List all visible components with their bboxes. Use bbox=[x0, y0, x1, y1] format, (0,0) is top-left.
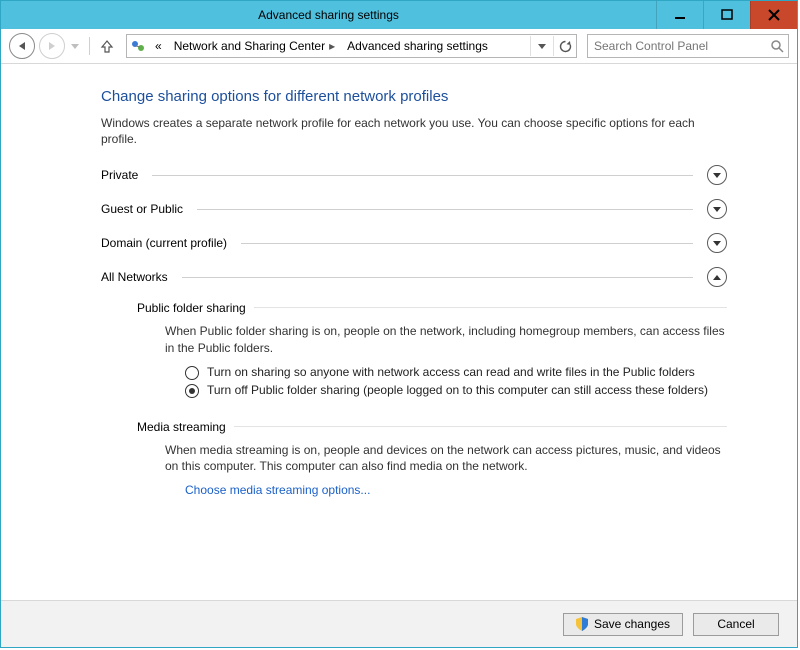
search-box[interactable] bbox=[587, 34, 789, 58]
footer: Save changes Cancel bbox=[1, 600, 797, 647]
window-title: Advanced sharing settings bbox=[1, 1, 656, 29]
refresh-button[interactable] bbox=[553, 36, 576, 56]
public-folder-desc: When Public folder sharing is on, people… bbox=[165, 323, 727, 355]
minimize-button[interactable] bbox=[656, 1, 703, 29]
window: Advanced sharing settings « Network and … bbox=[0, 0, 798, 648]
maximize-button[interactable] bbox=[703, 1, 750, 29]
all-networks-body: Public folder sharing When Public folder… bbox=[101, 287, 727, 496]
shield-icon bbox=[576, 617, 588, 631]
up-button[interactable] bbox=[98, 39, 116, 53]
save-button[interactable]: Save changes bbox=[563, 613, 683, 636]
media-streaming-desc: When media streaming is on, people and d… bbox=[165, 442, 727, 474]
radio-label: Turn off Public folder sharing (people l… bbox=[207, 382, 708, 398]
radio-label: Turn on sharing so anyone with network a… bbox=[207, 364, 695, 380]
titlebar: Advanced sharing settings bbox=[1, 1, 797, 29]
profile-private: Private bbox=[101, 165, 727, 185]
address-dropdown[interactable] bbox=[530, 36, 553, 56]
nav-row: « Network and Sharing Center▸ Advanced s… bbox=[1, 29, 797, 64]
chevron-down-icon bbox=[707, 199, 727, 219]
breadcrumb-parent[interactable]: Network and Sharing Center▸ bbox=[168, 39, 341, 53]
profile-all-networks: All Networks Public folder sharing When … bbox=[101, 267, 727, 496]
close-button[interactable] bbox=[750, 1, 797, 29]
address-bar[interactable]: « Network and Sharing Center▸ Advanced s… bbox=[126, 34, 577, 58]
profile-guest-header[interactable]: Guest or Public bbox=[101, 199, 727, 219]
radio-icon bbox=[185, 384, 199, 398]
breadcrumb-current[interactable]: Advanced sharing settings bbox=[341, 39, 494, 53]
cancel-button[interactable]: Cancel bbox=[693, 613, 779, 636]
page-intro: Windows creates a separate network profi… bbox=[101, 115, 727, 147]
profile-domain: Domain (current profile) bbox=[101, 233, 727, 253]
radio-public-folder-on[interactable]: Turn on sharing so anyone with network a… bbox=[185, 364, 727, 380]
search-icon bbox=[766, 39, 788, 53]
profile-domain-header[interactable]: Domain (current profile) bbox=[101, 233, 727, 253]
page-title: Change sharing options for different net… bbox=[101, 88, 727, 105]
recent-locations-dropdown[interactable] bbox=[69, 44, 81, 49]
forward-button[interactable] bbox=[39, 33, 65, 59]
profile-all-networks-header[interactable]: All Networks bbox=[101, 267, 727, 287]
media-streaming-heading: Media streaming bbox=[137, 420, 226, 434]
chevron-up-icon bbox=[707, 267, 727, 287]
chevron-down-icon bbox=[707, 233, 727, 253]
divider bbox=[89, 37, 90, 55]
media-streaming-link[interactable]: Choose media streaming options... bbox=[185, 483, 727, 497]
breadcrumb-prefix: « bbox=[149, 39, 168, 53]
profile-guest: Guest or Public bbox=[101, 199, 727, 219]
search-input[interactable] bbox=[588, 39, 766, 53]
radio-public-folder-off[interactable]: Turn off Public folder sharing (people l… bbox=[185, 382, 727, 398]
back-button[interactable] bbox=[9, 33, 35, 59]
radio-icon bbox=[185, 366, 199, 380]
chevron-down-icon bbox=[707, 165, 727, 185]
profile-private-header[interactable]: Private bbox=[101, 165, 727, 185]
content-area: Change sharing options for different net… bbox=[1, 64, 797, 600]
public-folder-heading: Public folder sharing bbox=[137, 301, 246, 315]
network-icon bbox=[127, 38, 149, 54]
